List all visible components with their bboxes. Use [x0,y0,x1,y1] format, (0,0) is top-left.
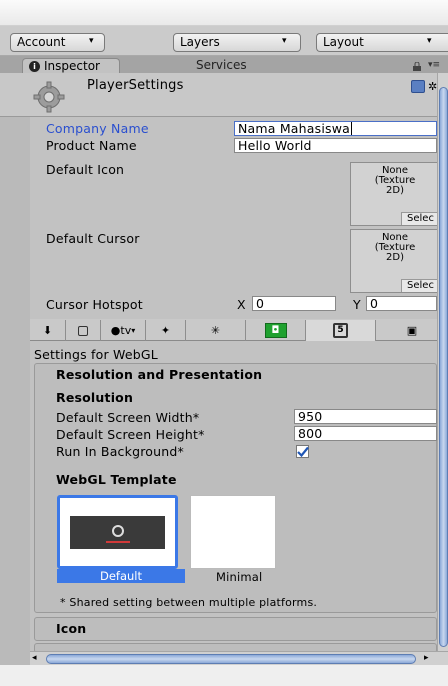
product-name-field[interactable]: Hello World [234,138,437,153]
horizontal-scrollbar[interactable]: ◂ ▸ [30,651,448,665]
chevron-down-icon: ▾ [427,36,432,46]
hotspot-x-field[interactable]: 0 [252,296,336,311]
help-book-icon[interactable] [411,80,425,93]
hotspot-y-field[interactable]: 0 [366,296,437,311]
default-height-label: Default Screen Height* [56,427,205,442]
tab-tizen[interactable]: ✳ [186,320,246,341]
appletv-label: tv [120,324,132,337]
company-name-field[interactable]: Nama Mahasiswa [234,121,437,136]
chevron-down-icon: ▾ [282,36,287,46]
product-name-label: Product Name [46,138,137,153]
page-title: PlayerSettings [87,78,184,93]
default-cursor-slot[interactable]: None (Texture 2D) Selec [350,229,440,293]
default-icon-select-button[interactable]: Selec [401,212,439,225]
layers-dropdown[interactable]: Layers ▾ [173,33,301,52]
tab-services[interactable]: Services [190,58,280,74]
default-cursor-select-button[interactable]: Selec [401,279,439,292]
scroll-left-arrow-icon[interactable]: ◂ [32,653,37,663]
layers-label: Layers [180,35,220,49]
product-name-value: Hello World [238,138,312,153]
tab-inspector-label: Inspector [44,59,100,73]
account-dropdown[interactable]: Account ▾ [10,33,105,52]
webgl-template-heading: WebGL Template [56,472,177,487]
tab-ios[interactable] [66,320,101,341]
info-icon: i [29,61,40,72]
vertical-scroll-thumb[interactable] [439,87,448,647]
resolution-presentation-header[interactable]: Resolution and Presentation [56,367,262,382]
html5-icon: 5 [333,323,348,338]
run-in-background-label: Run In Background* [56,444,184,459]
horizontal-scroll-thumb[interactable] [46,654,416,664]
unity-logo-icon [70,516,165,549]
default-width-field[interactable]: 950 [294,409,437,424]
hotspot-y-label: Y [353,297,361,312]
scroll-right-arrow-icon[interactable]: ▸ [424,653,429,663]
default-cursor-none-text: None (Texture 2D) [374,232,416,263]
template-minimal-thumbnail[interactable] [190,495,276,569]
account-label: Account [17,35,66,49]
company-name-value: Nama Mahasiswa [238,121,351,136]
settings-for-heading: Settings for WebGL [34,347,158,362]
default-width-value: 950 [298,409,323,424]
layout-dropdown[interactable]: Layout ▾ [316,33,448,52]
company-name-label: Company Name [46,121,149,136]
template-default-thumbnail[interactable] [57,495,178,569]
chevron-down-icon: ▾ [89,36,94,46]
hotspot-x-value: 0 [256,296,265,311]
default-icon-slot[interactable]: None (Texture 2D) Selec [350,162,440,226]
tab-appletv[interactable]: ● tv ▾ [101,320,146,341]
tab-inspector[interactable]: i Inspector [22,58,120,74]
default-icon-label: Default Icon [46,162,125,177]
tab-services-label: Services [196,58,247,72]
layout-label: Layout [323,35,364,49]
package-icon: ▣ [406,324,418,337]
tab-xbox[interactable]: ◘ [246,320,306,341]
default-cursor-label: Default Cursor [46,231,140,246]
window-title-bar [0,0,448,26]
cursor-hotspot-label: Cursor Hotspot [46,297,143,312]
apple-icon: ● [110,324,121,337]
tab-android[interactable]: ✦ [146,320,186,341]
download-icon: ⬇ [42,324,53,337]
xbox-icon: ◘ [264,323,287,338]
android-icon: ✦ [160,324,171,337]
default-icon-none-text: None (Texture 2D) [374,165,416,196]
hotspot-y-value: 0 [370,296,379,311]
resolution-subheading: Resolution [56,390,134,405]
template-minimal-label[interactable]: Minimal [216,570,262,584]
icon-section[interactable] [34,617,437,641]
checkmark-icon [297,446,309,458]
left-panel-edge [0,73,30,665]
default-width-label: Default Screen Width* [56,410,200,425]
bottom-area [0,665,448,686]
hotspot-x-label: X [237,297,246,312]
vertical-scrollbar[interactable] [437,73,448,663]
gear-icon [32,80,66,114]
default-height-field[interactable]: 800 [294,426,437,441]
tizen-icon: ✳ [210,324,221,337]
default-height-value: 800 [298,426,323,441]
select-label: Selec [407,280,434,291]
settings-cog-icon[interactable]: ✲ [428,80,437,93]
select-label: Selec [407,213,434,224]
shared-setting-note: * Shared setting between multiple platfo… [60,596,318,609]
template-default-label[interactable]: Default [57,569,185,583]
run-in-background-checkbox[interactable] [296,445,309,458]
tab-standalone[interactable]: ⬇ [30,320,66,341]
inspector-header [0,73,448,117]
menu-icon[interactable]: ▾≡ [428,60,448,70]
lock-icon[interactable] [412,60,422,71]
icon-section-header[interactable]: Icon [56,621,86,636]
device-icon [78,325,88,336]
chevron-down-icon: ▾ [131,326,136,335]
tab-webgl[interactable]: 5 [306,320,376,341]
